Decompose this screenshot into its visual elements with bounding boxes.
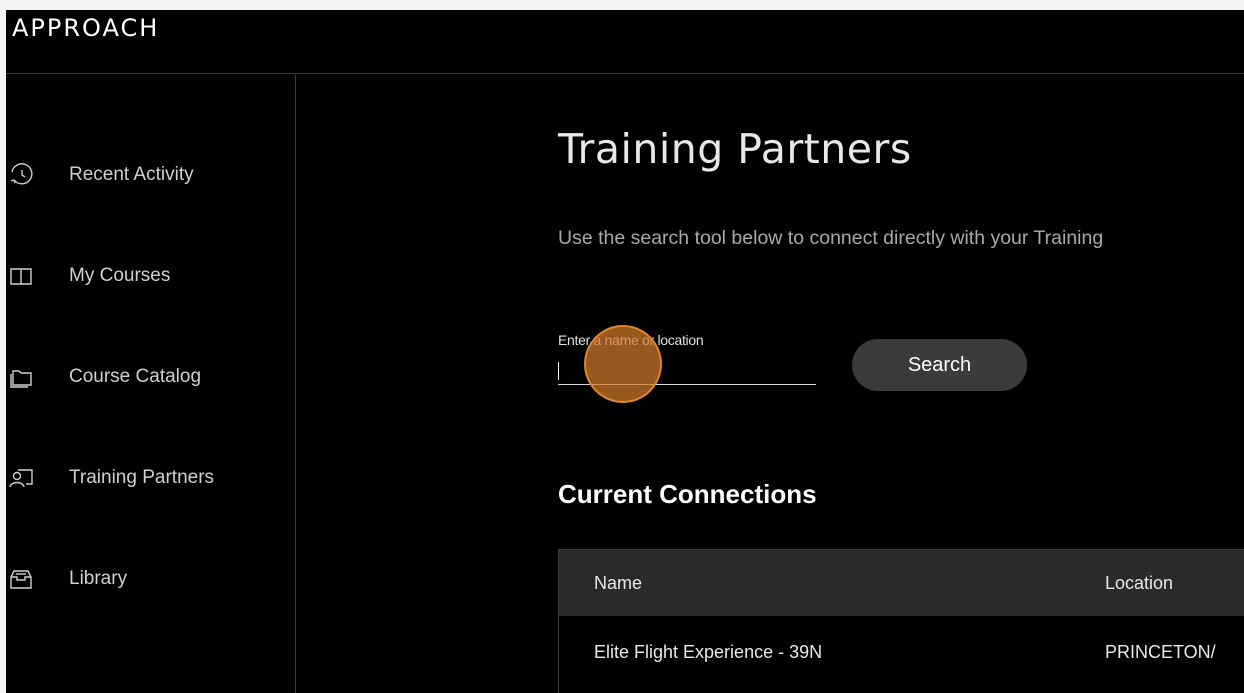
cell-name: Elite Flight Experience - 39N — [594, 642, 823, 662]
column-header-name[interactable]: Name — [594, 573, 642, 594]
cell-location: PRINCETON/ — [1105, 642, 1216, 662]
book-icon — [8, 264, 34, 288]
sidebar-item-label: Recent Activity — [69, 164, 194, 185]
table-row[interactable]: Elite Flight Experience - 39N PRINCETON/ — [559, 616, 1244, 692]
history-icon — [8, 163, 34, 187]
column-header-location[interactable]: Location — [1105, 573, 1173, 594]
sidebar-item-label: My Courses — [69, 265, 171, 286]
top-bar: APPROACH — [6, 10, 1244, 74]
sidebar-item-label: Training Partners — [69, 467, 215, 488]
sidebar-item-my-courses[interactable]: My Courses — [6, 252, 296, 300]
search-button[interactable]: Search — [852, 339, 1027, 391]
page-description: Use the search tool below to connect dir… — [558, 227, 1104, 249]
search-label: Enter a name or location — [558, 332, 704, 348]
sidebar: Recent Activity My Courses Course Catalo… — [6, 75, 296, 693]
sidebar-item-course-catalog[interactable]: Course Catalog — [6, 353, 296, 401]
connections-table: Name Location Elite Flight Experience - … — [558, 549, 1244, 693]
folder-icon — [8, 365, 34, 389]
app-logo[interactable]: APPROACH — [12, 14, 159, 42]
sidebar-item-label: Course Catalog — [69, 366, 202, 387]
table-header: Name Location — [559, 550, 1244, 616]
archive-icon — [8, 567, 34, 591]
partner-icon — [8, 466, 34, 490]
sidebar-item-label: Library — [69, 568, 128, 589]
page-title: Training Partners — [558, 125, 912, 173]
text-caret — [558, 362, 559, 380]
sidebar-item-training-partners[interactable]: Training Partners — [6, 454, 296, 502]
search-input[interactable] — [558, 355, 816, 385]
main-content: Training Partners Use the search tool be… — [297, 75, 1244, 693]
sidebar-item-library[interactable]: Library — [6, 555, 296, 603]
sidebar-item-recent-activity[interactable]: Recent Activity — [6, 151, 296, 199]
section-title-current-connections: Current Connections — [558, 479, 817, 509]
app-window: APPROACH Recent Activity My Courses Cour… — [6, 10, 1244, 693]
